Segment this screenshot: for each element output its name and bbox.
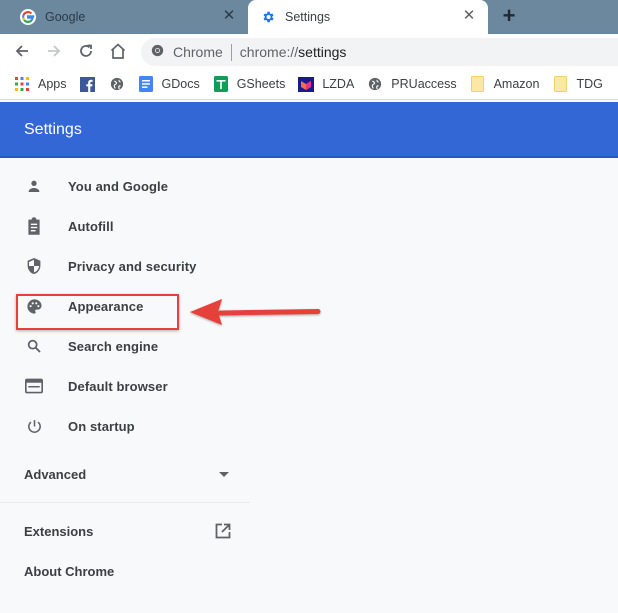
sidebar-advanced-toggle[interactable]: Advanced — [0, 454, 250, 494]
home-button[interactable] — [108, 41, 128, 61]
shield-icon — [24, 256, 44, 276]
gear-icon — [260, 9, 276, 25]
bookmark-label: GSheets — [236, 77, 286, 91]
sidebar-item-label: Search engine — [68, 338, 159, 354]
bookmark-label: GDocs — [161, 77, 200, 91]
sidebar-item-on-startup[interactable]: On startup — [0, 406, 250, 446]
close-tab-icon[interactable]: ✕ — [462, 8, 476, 23]
tab-google[interactable]: Google ✕ — [0, 0, 248, 34]
chrome-site-icon — [151, 44, 164, 60]
sidebar-item-search-engine[interactable]: Search engine — [0, 326, 250, 366]
sidebar-item-extensions[interactable]: Extensions — [0, 511, 250, 551]
sidebar-divider — [0, 502, 250, 503]
bookmark-pruaccess[interactable]: PRUaccess — [367, 76, 457, 92]
settings-sidebar: You and Google Autofill Privacy and secu… — [0, 160, 250, 613]
back-button[interactable] — [12, 41, 32, 61]
sidebar-item-autofill[interactable]: Autofill — [0, 206, 250, 246]
tab-title: Google — [45, 10, 86, 24]
bookmark-label: Amazon — [493, 77, 540, 91]
bookmark-amazon[interactable]: Amazon — [470, 76, 540, 92]
clipboard-icon — [24, 216, 44, 236]
sidebar-item-label: Privacy and security — [68, 258, 197, 274]
advanced-label: Advanced — [24, 466, 87, 482]
settings-header: Settings — [0, 102, 618, 158]
sidebar-item-label: Autofill — [68, 218, 114, 234]
reload-button[interactable] — [76, 41, 96, 61]
person-icon — [24, 176, 44, 196]
bookmark-lzda[interactable]: LZDA — [298, 76, 354, 92]
tab-strip: Google ✕ Settings ✕ + — [0, 0, 618, 34]
bookmark-label: Apps — [38, 77, 67, 91]
bookmark-facebook[interactable] — [80, 76, 96, 92]
globe-icon — [367, 76, 383, 92]
open-in-new-icon — [215, 523, 231, 544]
extensions-label: Extensions — [24, 523, 94, 539]
palette-icon — [24, 296, 44, 316]
power-icon — [24, 416, 44, 436]
bookmark-label: TDG — [576, 77, 603, 91]
sidebar-item-label: On startup — [68, 418, 135, 434]
home-icon — [110, 43, 126, 59]
bookmark-label: PRUaccess — [391, 77, 457, 91]
google-docs-icon — [138, 76, 154, 92]
new-tab-button[interactable]: + — [499, 5, 519, 27]
reload-icon — [80, 44, 92, 57]
folder-icon — [470, 76, 486, 92]
search-icon — [24, 336, 44, 356]
sidebar-item-you-and-google[interactable]: You and Google — [0, 166, 250, 206]
url-host: settings — [298, 44, 347, 60]
arrow-right-icon — [48, 45, 61, 57]
omnibox-separator — [230, 43, 232, 61]
page-title: Settings — [24, 121, 82, 138]
bookmark-apps[interactable]: Apps — [14, 76, 67, 92]
sidebar-item-appearance[interactable]: Appearance — [0, 286, 250, 326]
bookmarks-bar: Apps GDocs GSheets LZDA PRUaccess Amazon… — [0, 69, 618, 100]
forward-button[interactable] — [44, 41, 64, 61]
bookmark-globe[interactable] — [109, 76, 125, 92]
bookmark-gsheets[interactable]: GSheets — [213, 76, 286, 92]
sidebar-item-privacy-and-security[interactable]: Privacy and security — [0, 246, 250, 286]
arrow-left-icon — [15, 45, 28, 57]
sidebar-item-label: You and Google — [68, 178, 169, 194]
address-bar[interactable]: Chrome chrome://settings — [141, 38, 618, 66]
lazada-icon — [298, 76, 315, 92]
site-label: Chrome — [173, 44, 223, 60]
browser-toolbar: Chrome chrome://settings — [0, 34, 618, 69]
tab-title: Settings — [285, 10, 331, 24]
url-text: chrome://settings — [240, 44, 347, 60]
close-tab-icon[interactable]: ✕ — [222, 8, 236, 23]
about-chrome-label: About Chrome — [24, 563, 115, 579]
browser-window-icon — [24, 376, 44, 396]
sidebar-item-label: Default browser — [68, 378, 168, 394]
apps-grid-icon — [14, 76, 30, 92]
caret-down-icon — [219, 472, 229, 477]
globe-icon — [109, 76, 125, 92]
tab-settings[interactable]: Settings ✕ — [248, 0, 488, 34]
sidebar-item-label: Appearance — [68, 298, 144, 314]
bookmark-label: LZDA — [322, 77, 355, 91]
google-g-icon — [20, 9, 36, 25]
folder-icon — [552, 76, 568, 92]
bookmark-gdocs[interactable]: GDocs — [138, 76, 200, 92]
google-sheets-icon — [213, 76, 229, 92]
bookmark-tdg[interactable]: TDG — [552, 76, 603, 92]
url-scheme: chrome:// — [239, 44, 299, 60]
facebook-icon — [80, 76, 96, 92]
sidebar-item-about-chrome[interactable]: About Chrome — [0, 551, 250, 591]
sidebar-item-default-browser[interactable]: Default browser — [0, 366, 250, 406]
